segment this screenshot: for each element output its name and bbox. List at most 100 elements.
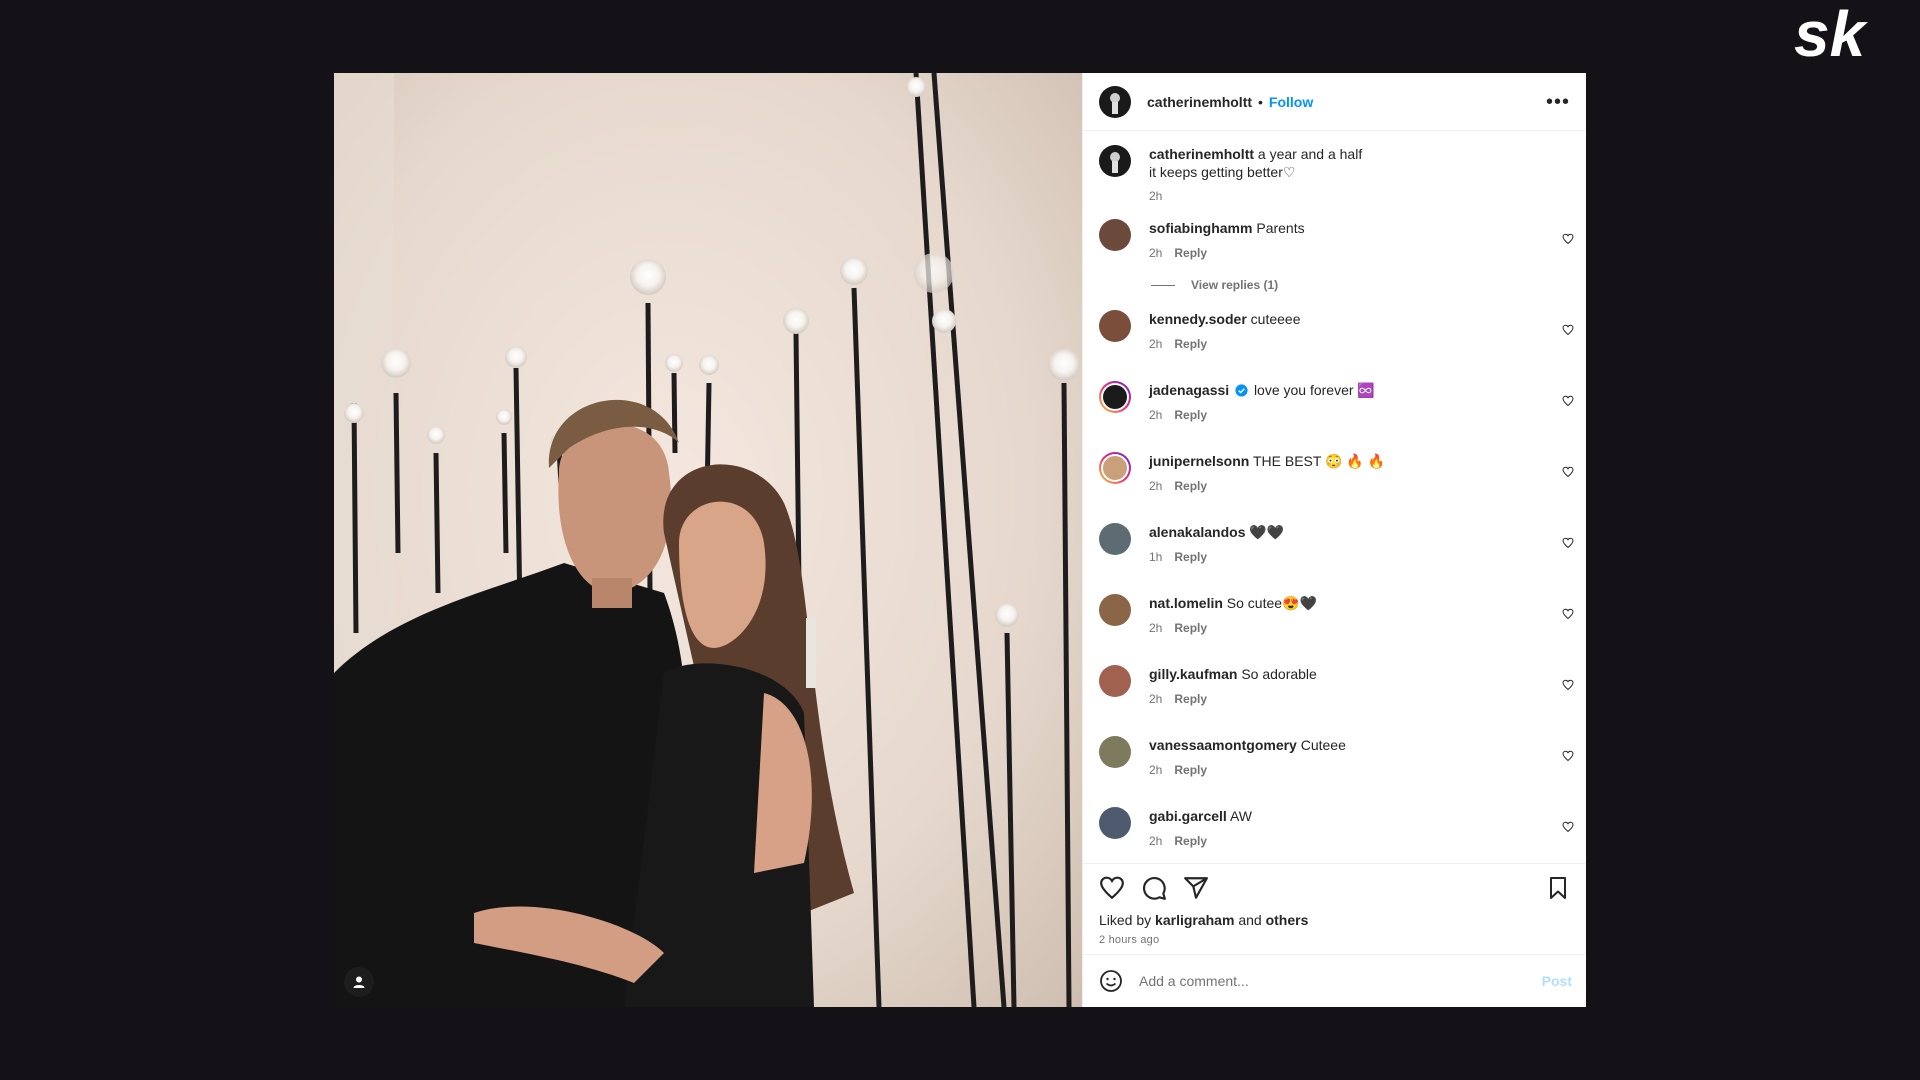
comments-list[interactable]: catherinemholtt a year and a half it kee… <box>1083 131 1586 863</box>
caption-text-line2: it keeps getting better♡ <box>1149 164 1296 180</box>
comment-avatar[interactable] <box>1099 381 1131 413</box>
comment-username[interactable]: alenakalandos <box>1149 524 1246 540</box>
comment-like-icon[interactable] <box>1562 324 1574 336</box>
comment-text: love you forever ♾️ <box>1253 382 1375 398</box>
comment-icon[interactable] <box>1141 875 1167 901</box>
comment-row: sofiabinghamm Parents 2h Reply <box>1099 219 1574 262</box>
caption-username[interactable]: catherinemholtt <box>1149 146 1254 162</box>
comment-row: nat.lomelin So cutee😍🖤 2h Reply <box>1099 594 1574 637</box>
reply-button[interactable]: Reply <box>1174 337 1207 351</box>
post-sidebar: catherinemholtt • Follow ••• catherinemh… <box>1082 73 1586 1007</box>
comment-username[interactable]: vanessaamontgomery <box>1149 737 1297 753</box>
comment-like-icon[interactable] <box>1562 537 1574 549</box>
reply-button[interactable]: Reply <box>1174 621 1207 635</box>
comment-time: 2h <box>1149 408 1163 422</box>
comment-row: alenakalandos 🖤🖤 1h Reply <box>1099 523 1574 566</box>
comment-row: jadenagassi love you forever ♾️ 2h Reply <box>1099 381 1574 424</box>
author-avatar[interactable] <box>1099 85 1131 118</box>
comment-avatar[interactable] <box>1099 665 1131 697</box>
post-header: catherinemholtt • Follow ••• <box>1083 73 1586 131</box>
comment-input[interactable] <box>1137 972 1542 990</box>
comment-text: THE BEST 😳 🔥 🔥 <box>1252 453 1386 469</box>
post-photo[interactable] <box>334 73 1082 1007</box>
comment-text: Cuteee <box>1300 737 1346 753</box>
comment-like-icon[interactable] <box>1562 233 1574 245</box>
comment-time: 2h <box>1149 692 1163 706</box>
comment-time: 2h <box>1149 337 1163 351</box>
follow-button[interactable]: Follow <box>1269 94 1313 110</box>
comment-like-icon[interactable] <box>1562 679 1574 691</box>
comment-avatar[interactable] <box>1099 310 1131 342</box>
comment-time: 2h <box>1149 763 1163 777</box>
comment-avatar[interactable] <box>1099 736 1131 768</box>
liked-by-and: and <box>1238 912 1262 928</box>
add-comment-bar: Post <box>1083 954 1586 1007</box>
heart-icon[interactable] <box>1099 875 1125 901</box>
comment-row: kennedy.soder cuteeee 2h Reply <box>1099 310 1574 353</box>
comment-time: 2h <box>1149 834 1163 848</box>
post-comment-button[interactable]: Post <box>1542 973 1572 989</box>
comment-username[interactable]: sofiabinghamm <box>1149 220 1252 236</box>
post-time: 2 hours ago <box>1099 934 1160 946</box>
share-icon[interactable] <box>1183 875 1209 901</box>
comment-username[interactable]: jadenagassi <box>1149 382 1229 398</box>
comment-row: gilly.kaufman So adorable 2h Reply <box>1099 665 1574 708</box>
comment-time: 2h <box>1149 246 1163 260</box>
comment-like-icon[interactable] <box>1562 608 1574 620</box>
reply-button[interactable]: Reply <box>1174 550 1207 564</box>
caption-text-line1: a year and a half <box>1257 146 1363 162</box>
comment-avatar[interactable] <box>1099 452 1131 484</box>
comment-username[interactable]: gilly.kaufman <box>1149 666 1237 682</box>
post-actions: Liked by karligraham and others 2 hours … <box>1083 863 1586 954</box>
comment-text: AW <box>1229 808 1252 824</box>
comment-like-icon[interactable] <box>1562 395 1574 407</box>
comment-time: 2h <box>1149 479 1163 493</box>
caption-avatar[interactable] <box>1099 145 1131 177</box>
comment-text: cuteeee <box>1250 311 1301 327</box>
comment-time: 1h <box>1149 550 1163 564</box>
liked-by-user[interactable]: karligraham <box>1155 912 1234 928</box>
emoji-icon[interactable] <box>1099 969 1123 993</box>
reply-button[interactable]: Reply <box>1174 246 1207 260</box>
liked-by-others[interactable]: others <box>1266 912 1309 928</box>
reply-button[interactable]: Reply <box>1174 479 1207 493</box>
reply-button[interactable]: Reply <box>1174 763 1207 777</box>
comment-username[interactable]: kennedy.soder <box>1149 311 1247 327</box>
reply-button[interactable]: Reply <box>1174 692 1207 706</box>
comment-like-icon[interactable] <box>1562 821 1574 833</box>
user-tag-button[interactable] <box>344 967 374 997</box>
comment-text: So cutee😍🖤 <box>1226 595 1317 611</box>
comment-avatar[interactable] <box>1099 523 1131 555</box>
bookmark-icon[interactable] <box>1546 876 1570 900</box>
reply-button[interactable]: Reply <box>1174 408 1207 422</box>
replies-divider <box>1151 284 1175 286</box>
view-replies-button[interactable]: View replies (1) <box>1151 278 1574 292</box>
comment-text: 🖤🖤 <box>1249 524 1285 540</box>
comment-row: vanessaamontgomery Cuteee 2h Reply <box>1099 736 1574 779</box>
caption: catherinemholtt a year and a half it kee… <box>1099 145 1574 205</box>
brand-logo: sk <box>1788 0 1918 70</box>
brand-logo-text: sk <box>1794 0 1869 66</box>
comment-row: gabi.garcell AW 2h Reply <box>1099 807 1574 850</box>
comment-avatar[interactable] <box>1099 807 1131 839</box>
comment-avatar[interactable] <box>1099 219 1131 251</box>
comment-username[interactable]: gabi.garcell <box>1149 808 1227 824</box>
comment-time: 2h <box>1149 621 1163 635</box>
comment-username[interactable]: nat.lomelin <box>1149 595 1223 611</box>
author-username[interactable]: catherinemholtt <box>1147 94 1252 110</box>
comment-avatar[interactable] <box>1099 594 1131 626</box>
comment-like-icon[interactable] <box>1562 750 1574 762</box>
liked-by: Liked by karligraham and others <box>1099 912 1570 928</box>
reply-button[interactable]: Reply <box>1174 834 1207 848</box>
liked-by-prefix: Liked by <box>1099 912 1152 928</box>
comment-like-icon[interactable] <box>1562 466 1574 478</box>
comment-text: Parents <box>1256 220 1305 236</box>
comment-username[interactable]: junipernelsonn <box>1149 453 1249 469</box>
verified-badge-icon <box>1235 384 1248 397</box>
comment-text: So adorable <box>1241 666 1317 682</box>
comment-row: junipernelsonn THE BEST 😳 🔥 🔥 2h Reply <box>1099 452 1574 495</box>
more-icon[interactable]: ••• <box>1546 92 1570 112</box>
action-icons <box>1099 874 1570 902</box>
header-separator: • <box>1258 93 1263 110</box>
view-replies-label: View replies (1) <box>1191 278 1279 292</box>
